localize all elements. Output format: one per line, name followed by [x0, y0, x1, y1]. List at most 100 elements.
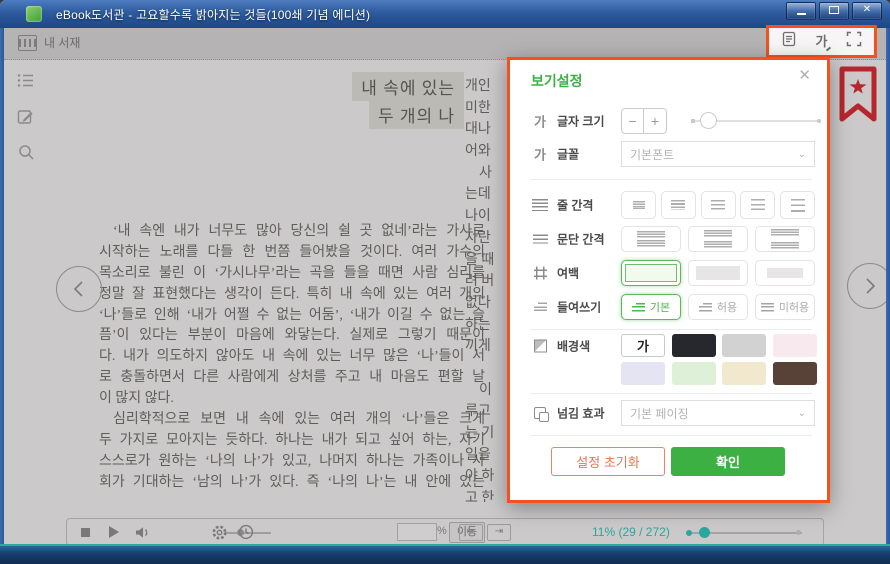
fullscreen-icon[interactable]	[846, 31, 862, 52]
prev-page-button[interactable]	[56, 266, 102, 312]
paragraph-spacing-option-3[interactable]	[755, 226, 815, 252]
line-spacing-option-3[interactable]	[701, 191, 736, 219]
book-text-line: 자란	[465, 228, 507, 250]
margin-option-2[interactable]	[688, 260, 748, 286]
panel-close-icon[interactable]: ✕	[798, 66, 811, 84]
minimize-button[interactable]	[786, 2, 816, 20]
font-size-increase-button[interactable]: +	[644, 108, 667, 134]
book-text-line: 어와	[465, 141, 507, 163]
margin-row: 여백	[531, 259, 815, 287]
line-spacing-option-5[interactable]	[780, 191, 815, 219]
book-text-line: 미한	[465, 98, 507, 120]
font-settings-icon[interactable]: 가	[816, 31, 828, 52]
bg-swatch-gray[interactable]	[722, 334, 766, 357]
bg-swatch-pink[interactable]	[773, 334, 817, 357]
bookshelf-icon	[18, 35, 37, 51]
book-text-line: 로 충돌하면서 다른 사람에게 상처를 주고 내 마음도 편할 날	[99, 368, 485, 389]
chapter-title-line2: 두 개의 나	[369, 100, 464, 129]
margin-option-1-selected[interactable]	[621, 260, 681, 286]
book-text-line: 는 기	[465, 423, 507, 445]
book-text-line: 을 때	[465, 250, 507, 272]
window-border-left	[0, 28, 4, 546]
line-spacing-option-2[interactable]	[661, 191, 696, 219]
progress-start-dot	[686, 530, 692, 536]
progress-end-dot	[796, 530, 801, 535]
line-spacing-option-1[interactable]	[621, 191, 656, 219]
indent-option-disallow[interactable]: 미허용	[755, 294, 815, 320]
note-icon[interactable]	[16, 106, 36, 126]
volume-icon[interactable]	[135, 519, 151, 545]
bg-swatch-green[interactable]	[672, 362, 716, 385]
window-border-right	[886, 28, 890, 546]
view-settings-panel: 보기설정 ✕ 가 글자 크기 − + 가 글꼴 기본폰	[507, 57, 830, 503]
chevron-down-icon: ⌄	[798, 408, 806, 419]
confirm-button[interactable]: 확인	[671, 447, 785, 476]
book-text-line: 대나	[465, 119, 507, 141]
toc-icon[interactable]	[16, 70, 36, 90]
tts-settings-gear-icon[interactable]	[211, 519, 228, 545]
line-spacing-option-4[interactable]	[740, 191, 775, 219]
font-size-label: 글자 크기	[557, 113, 605, 130]
maximize-button[interactable]	[819, 2, 849, 20]
reader-sidebar	[16, 70, 36, 162]
view-settings-icon[interactable]	[781, 31, 797, 52]
bg-swatch-beige[interactable]	[722, 362, 766, 385]
book-text-line: 픔’이 있다는 부분이 마음에 와닿는다. 실제로 그렇기 때문이	[99, 326, 485, 347]
top-toolbar: 내 서재	[4, 28, 886, 60]
bg-color-label: 배경색	[557, 338, 590, 355]
book-text-line: 없다	[465, 293, 507, 315]
bottom-control-bar: % 이동 ⇤ ⇥ 11% (29 / 272)	[66, 518, 824, 546]
page-effect-value: 기본 페이징	[630, 405, 689, 422]
jump-to-start-button[interactable]: ⇤	[459, 524, 483, 541]
indent-icon	[534, 303, 547, 312]
line-spacing-icon	[532, 199, 548, 211]
jump-to-end-button[interactable]: ⇥	[487, 524, 511, 541]
book-text-line: 고 한	[465, 488, 507, 502]
next-page-button[interactable]	[847, 263, 890, 309]
close-button[interactable]: ✕	[852, 2, 882, 20]
page-percent-input[interactable]	[397, 523, 437, 541]
bookmark-star-icon[interactable]	[838, 66, 878, 129]
reset-settings-button[interactable]: 설정 초기화	[551, 447, 665, 476]
progress-slider-thumb[interactable]	[699, 527, 710, 538]
font-size-slider[interactable]	[694, 120, 818, 122]
page-effect-dropdown[interactable]: 기본 페이징 ⌄	[621, 400, 815, 426]
paragraph-spacing-label: 문단 간격	[557, 231, 605, 248]
tts-play-button[interactable]	[109, 519, 119, 545]
indent-option-default-selected[interactable]: 기본	[621, 294, 681, 320]
book-text-line: 사	[465, 163, 507, 185]
paragraph-spacing-row: 문단 간격	[531, 225, 815, 253]
window-border-bottom	[0, 544, 890, 564]
font-size-slider-thumb[interactable]	[700, 112, 717, 129]
view-tools-annotation-box: 가	[766, 25, 877, 58]
book-text-line	[465, 358, 507, 380]
font-row: 가 글꼴 기본폰트 ⌄	[531, 140, 815, 168]
book-text-line: 두 가지로 모아지는 듯하다. 하나는 내가 되고 싶어 하는, 자기	[99, 431, 485, 452]
book-text-line: 하는	[465, 315, 507, 337]
book-text-line: ‘나’들로 인해 ‘내가 어쩔 수 없는 어둠’, ‘내가 이길 수 없는 슬	[99, 306, 485, 327]
indent-option-allow[interactable]: 허용	[688, 294, 748, 320]
timer-clock-icon[interactable]	[238, 519, 254, 545]
font-dropdown[interactable]: 기본폰트 ⌄	[621, 141, 815, 167]
page-turn-icon	[534, 407, 546, 419]
panel-title: 보기설정	[531, 71, 583, 91]
window-title: eBook도서관 - 고요할수록 밝아지는 것들(100쇄 기념 에디션)	[56, 6, 370, 23]
book-text-line: 야 하	[465, 466, 507, 488]
margin-option-3[interactable]	[755, 260, 815, 286]
book-text-line: 려 버	[465, 271, 507, 293]
bg-swatch-white[interactable]: 가	[621, 334, 665, 357]
font-size-decrease-button[interactable]: −	[621, 108, 644, 134]
bg-swatch-lavender[interactable]	[621, 362, 665, 385]
paragraph-spacing-option-1[interactable]	[621, 226, 681, 252]
indent-label: 들여쓰기	[557, 299, 601, 316]
bg-swatch-dark[interactable]	[672, 334, 716, 357]
paragraph-spacing-option-2[interactable]	[688, 226, 748, 252]
search-icon[interactable]	[16, 142, 36, 162]
bg-swatch-brown[interactable]	[773, 362, 817, 385]
book-text-line: 정말 잘 표현했다는 생각이 든다. 특히 내 속에 있는 여러 개의	[99, 285, 485, 306]
tts-stop-button[interactable]	[81, 519, 90, 545]
book-text-line: 심리학적으로 보면 내 속에 있는 여러 개의 ‘나’들은 크게	[99, 410, 485, 431]
my-library-button[interactable]: 내 서재	[18, 34, 80, 51]
paragraph-spacing-icon	[533, 235, 548, 244]
indent-row: 들여쓰기 기본 허용 미허용	[531, 293, 815, 321]
